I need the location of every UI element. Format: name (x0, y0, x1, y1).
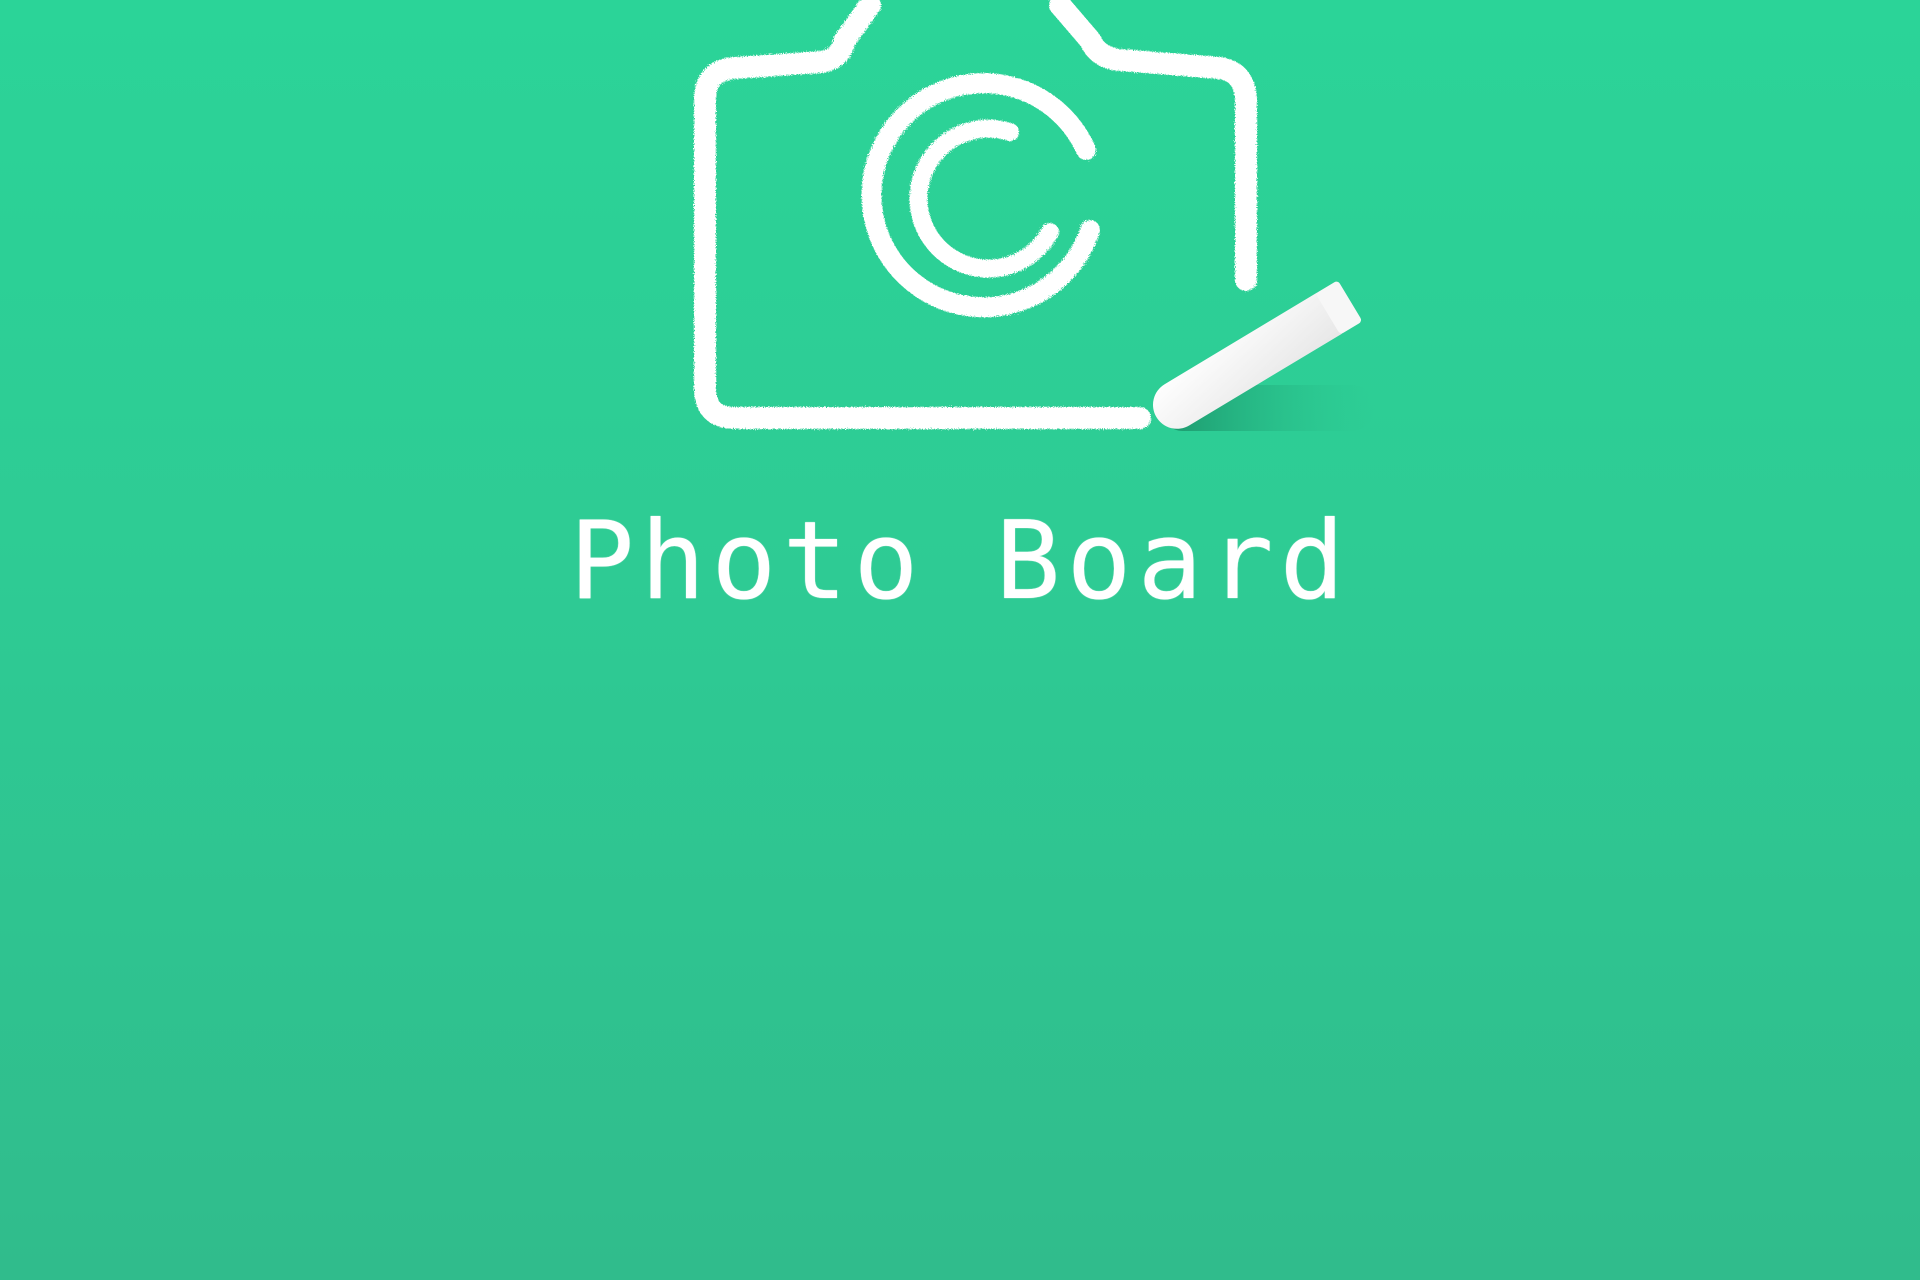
app-title: Photo Board (569, 499, 1351, 624)
